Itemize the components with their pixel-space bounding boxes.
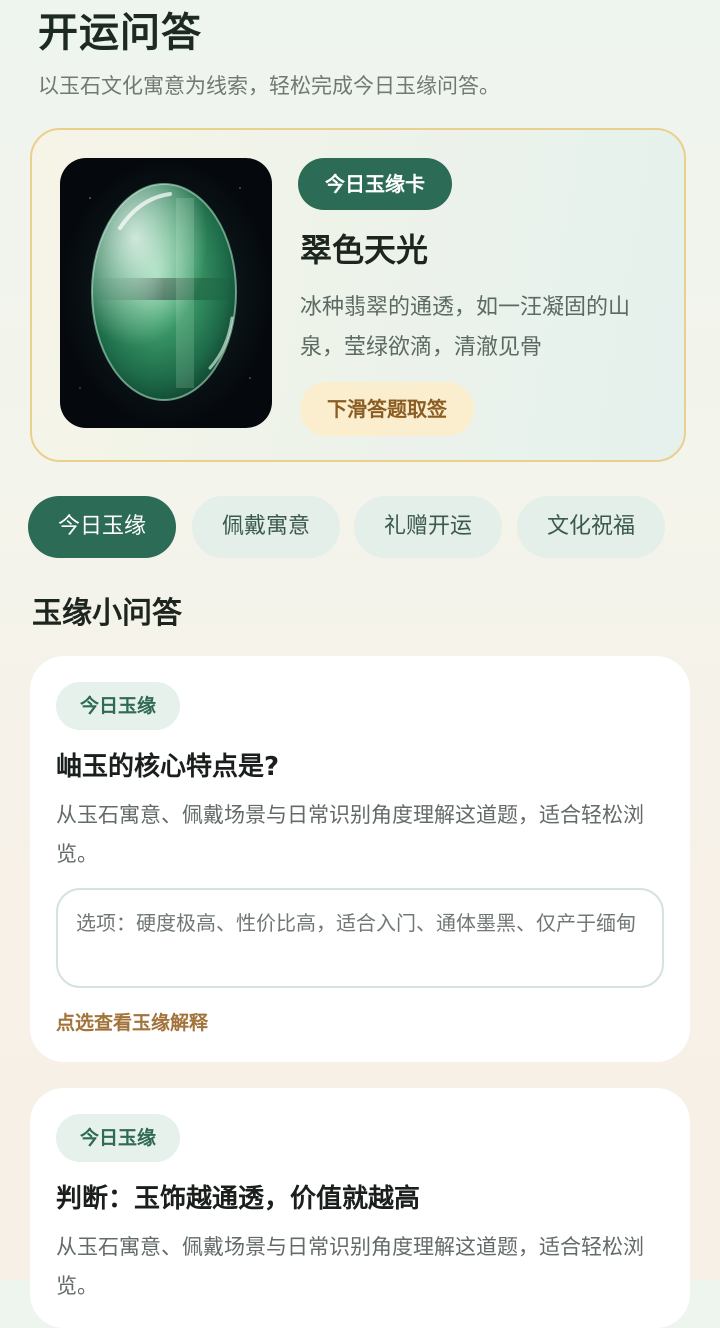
category-tabs: 今日玉缘 佩戴寓意 礼赠开运 文化祝福 bbox=[28, 496, 688, 558]
question-description: 从玉石寓意、佩戴场景与日常识别角度理解这道题，适合轻松浏览。 bbox=[56, 803, 644, 866]
question-title: 岫玉的核心特点是? bbox=[56, 752, 280, 782]
question-card[interactable]: 今日玉缘 判断：玉饰越通透，价值就越高 从玉石寓意、佩戴场景与日常识别角度理解这… bbox=[30, 1088, 690, 1328]
tab-culture-blessing[interactable]: 文化祝福 bbox=[517, 496, 665, 558]
question-tag: 今日玉缘 bbox=[56, 682, 180, 730]
jade-card[interactable]: 今日玉缘卡 翠色天光 冰种翡翠的通透，如一汪凝固的山泉，莹绿欲滴，清澈见骨 下滑… bbox=[30, 128, 686, 462]
page-title: 开运问答 bbox=[38, 10, 202, 56]
swipe-to-draw-button[interactable]: 下滑答题取签 bbox=[300, 382, 474, 436]
page-subtitle: 以玉石文化寓意为线索，轻松完成今日玉缘问答。 bbox=[38, 74, 500, 98]
question-title: 判断：玉饰越通透，价值就越高 bbox=[56, 1184, 421, 1214]
question-tag: 今日玉缘 bbox=[56, 1114, 180, 1162]
view-explanation-link[interactable]: 点选查看玉缘解释 bbox=[56, 1006, 208, 1040]
card-description: 冰种翡翠的通透，如一汪凝固的山泉，莹绿欲滴，清澈见骨 bbox=[300, 295, 631, 360]
jade-stone-icon bbox=[79, 183, 251, 401]
card-title: 翠色天光 bbox=[300, 231, 429, 269]
question-options[interactable]: 选项：硬度极高、性价比高，适合入门、通体墨黑、仅产于缅甸 bbox=[56, 888, 664, 988]
section-title: 玉缘小问答 bbox=[32, 596, 182, 631]
question-card[interactable]: 今日玉缘 岫玉的核心特点是? 从玉石寓意、佩戴场景与日常识别角度理解这道题，适合… bbox=[30, 656, 690, 1062]
tab-today-jade[interactable]: 今日玉缘 bbox=[28, 496, 176, 558]
tab-wearing-meaning[interactable]: 佩戴寓意 bbox=[192, 496, 340, 558]
question-description: 从玉石寓意、佩戴场景与日常识别角度理解这道题，适合轻松浏览。 bbox=[56, 1235, 644, 1298]
today-card-badge: 今日玉缘卡 bbox=[298, 158, 452, 210]
tab-gift-fortune[interactable]: 礼赠开运 bbox=[354, 496, 502, 558]
jade-cabochon-image bbox=[60, 158, 272, 428]
